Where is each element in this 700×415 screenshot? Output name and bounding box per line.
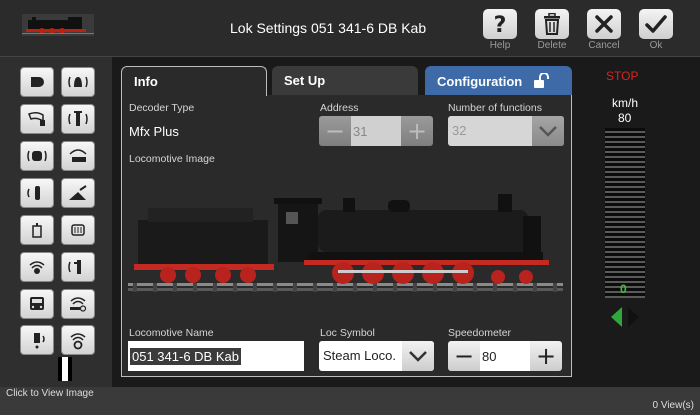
fuel-sound-icon xyxy=(32,223,42,238)
locomotive-name-value: 051 341-6 DB Kab xyxy=(130,348,241,365)
loc-symbol-select[interactable]: Steam Loco. xyxy=(319,341,434,371)
speedometer-stepper[interactable]: − 80 + xyxy=(448,341,562,371)
chevron-down-icon xyxy=(409,351,427,362)
address-decrement-button[interactable]: − xyxy=(319,116,351,146)
locomotive-name-label: Locomotive Name xyxy=(129,327,214,339)
checkmark-icon xyxy=(645,15,667,33)
status-hint: Click to View Image xyxy=(6,388,94,399)
loc-symbol-value: Steam Loco. xyxy=(323,348,396,363)
coupler-sound-icon xyxy=(70,297,87,312)
stop-button[interactable]: STOP xyxy=(606,69,638,83)
light-icon xyxy=(31,77,44,87)
ok-button[interactable]: Ok xyxy=(638,9,674,51)
tab-configuration-label: Configuration xyxy=(437,73,523,89)
help-button[interactable]: ? Help xyxy=(482,9,518,51)
function-scroll-handle[interactable] xyxy=(58,357,72,381)
shunting-sound-icon xyxy=(69,149,87,162)
function-button-compressor[interactable] xyxy=(20,252,54,282)
speedometer-increment-button[interactable]: + xyxy=(530,341,562,371)
function-button-coupler-sound[interactable] xyxy=(61,289,95,319)
speed-unit: km/h xyxy=(612,96,639,110)
help-icon: ? xyxy=(494,13,507,35)
address-stepper[interactable]: − 31 + xyxy=(319,116,433,146)
unlock-icon xyxy=(534,73,550,88)
chevron-down-icon xyxy=(539,126,557,137)
tab-info[interactable]: Info xyxy=(121,66,267,96)
function-button-door[interactable] xyxy=(20,325,54,355)
whistle-icon xyxy=(27,186,40,200)
locomotive-image-label: Locomotive Image xyxy=(129,153,215,165)
trash-icon xyxy=(544,13,560,35)
function-button-fuel[interactable] xyxy=(20,215,54,245)
number-of-functions-value: 32 xyxy=(452,123,467,138)
loc-symbol-label: Loc Symbol xyxy=(320,327,375,339)
door-sound-icon xyxy=(34,333,45,349)
svg-text:?: ? xyxy=(494,13,507,35)
speed-max-value: 80 xyxy=(618,111,632,125)
water-pump-icon xyxy=(68,260,81,274)
cancel-label: Cancel xyxy=(588,40,620,51)
number-of-functions-label: Number of functions xyxy=(448,102,542,114)
function-panel xyxy=(0,57,112,387)
function-button-brake[interactable] xyxy=(61,325,95,355)
window-title: Lok Settings 051 341-6 DB Kab xyxy=(230,20,427,36)
direction-controls xyxy=(611,307,639,327)
horn-icon xyxy=(28,111,45,126)
speed-current-value: 0 xyxy=(620,282,627,296)
delete-button[interactable]: Delete xyxy=(534,9,570,51)
telex-coupler-icon xyxy=(69,185,87,200)
decoder-type-label: Decoder Type xyxy=(129,102,195,114)
direction-right-icon[interactable] xyxy=(627,307,639,327)
status-bar: Click to View Image 0 View(s) xyxy=(0,387,700,415)
locomotive-name-input[interactable]: 051 341-6 DB Kab xyxy=(128,341,304,371)
direction-left-icon[interactable] xyxy=(611,307,623,327)
function-button-shunting[interactable] xyxy=(61,141,95,171)
function-button-bus[interactable] xyxy=(20,289,54,319)
address-increment-button[interactable]: + xyxy=(401,116,433,146)
cab-light-icon xyxy=(27,150,47,162)
number-of-functions-select[interactable]: 32 xyxy=(448,116,564,146)
address-label: Address xyxy=(320,102,359,114)
function-button-track[interactable] xyxy=(61,215,95,245)
cancel-button[interactable]: Cancel xyxy=(586,9,622,51)
function-button-cab-light[interactable] xyxy=(20,141,54,171)
track-sound-icon xyxy=(71,224,85,236)
function-button-bell[interactable] xyxy=(61,67,95,97)
help-label: Help xyxy=(489,40,511,51)
bell-icon xyxy=(68,76,88,88)
function-button-smoke[interactable] xyxy=(61,104,95,134)
function-button-light[interactable] xyxy=(20,67,54,97)
speedometer-decrement-button[interactable]: − xyxy=(448,341,480,371)
ok-label: Ok xyxy=(649,40,663,51)
locomotive-image[interactable] xyxy=(128,180,563,295)
address-value: 31 xyxy=(351,116,401,146)
view-count: 0 View(s) xyxy=(652,400,695,411)
bus-icon xyxy=(30,297,44,310)
tab-configuration[interactable]: Configuration xyxy=(425,66,572,96)
function-button-whistle[interactable] xyxy=(20,178,54,208)
locomotive-thumbnail xyxy=(22,14,94,36)
brake-sound-icon xyxy=(70,333,86,350)
function-button-horn[interactable] xyxy=(20,104,54,134)
title-bar: Lok Settings 051 341-6 DB Kab ? Help Del… xyxy=(0,0,700,57)
function-button-water-pump[interactable] xyxy=(61,252,95,282)
close-icon xyxy=(595,15,613,33)
function-button-coupler[interactable] xyxy=(61,178,95,208)
tab-setup[interactable]: Set Up xyxy=(272,66,418,96)
smoke-generator-icon xyxy=(68,111,88,126)
speedometer-label: Speedometer xyxy=(448,327,512,339)
compressor-icon xyxy=(29,261,45,274)
speed-slider[interactable]: 0 xyxy=(605,128,645,298)
speedometer-value: 80 xyxy=(480,341,530,371)
delete-label: Delete xyxy=(537,40,567,51)
decoder-type-value: Mfx Plus xyxy=(129,124,179,139)
